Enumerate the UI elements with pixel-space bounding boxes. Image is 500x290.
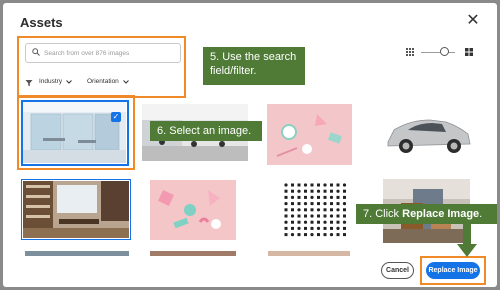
step7-bold: Replace Image	[402, 208, 480, 220]
image-thumbnail-pink-3d-shapes[interactable]	[150, 180, 236, 240]
step6-callout: 6. Select an image.	[150, 121, 262, 141]
image-thumbnail-icon-grid[interactable]	[281, 180, 350, 240]
close-icon[interactable]: ✕	[465, 13, 481, 29]
step7-arrow	[457, 224, 477, 257]
step7-prefix: 7. Click	[363, 208, 403, 220]
step5-callout: 5. Use the search field/filter.	[203, 47, 305, 85]
search-filter-highlight	[17, 36, 186, 98]
step5-text: 5. Use the search field/filter.	[210, 51, 297, 77]
selected-image-highlight	[17, 95, 135, 170]
image-thumbnail-row3-1[interactable]	[25, 251, 129, 256]
step7-callout: 7. Click Replace Image.	[356, 204, 497, 224]
image-thumbnail-pink-shapes[interactable]	[267, 104, 352, 165]
step6-text: 6. Select an image.	[157, 125, 252, 137]
image-thumbnail-row3-3[interactable]	[268, 251, 350, 256]
image-thumbnail-row3-2[interactable]	[150, 251, 236, 256]
grid-view-icon[interactable]	[406, 48, 414, 56]
step7-suffix: .	[479, 208, 483, 220]
assets-dialog: Assets ✕ Industry Orientation	[3, 3, 497, 287]
thumbnail-size-slider-track[interactable]	[421, 52, 455, 53]
large-grid-view-icon[interactable]	[465, 48, 473, 56]
dialog-title: Assets	[20, 15, 63, 30]
replace-image-button[interactable]: Replace Image	[426, 262, 480, 279]
image-thumbnail-silver-car[interactable]	[380, 104, 477, 163]
thumbnail-size-slider-thumb[interactable]	[440, 47, 449, 56]
cancel-button[interactable]: Cancel	[381, 262, 414, 279]
image-focus-border	[21, 179, 131, 240]
